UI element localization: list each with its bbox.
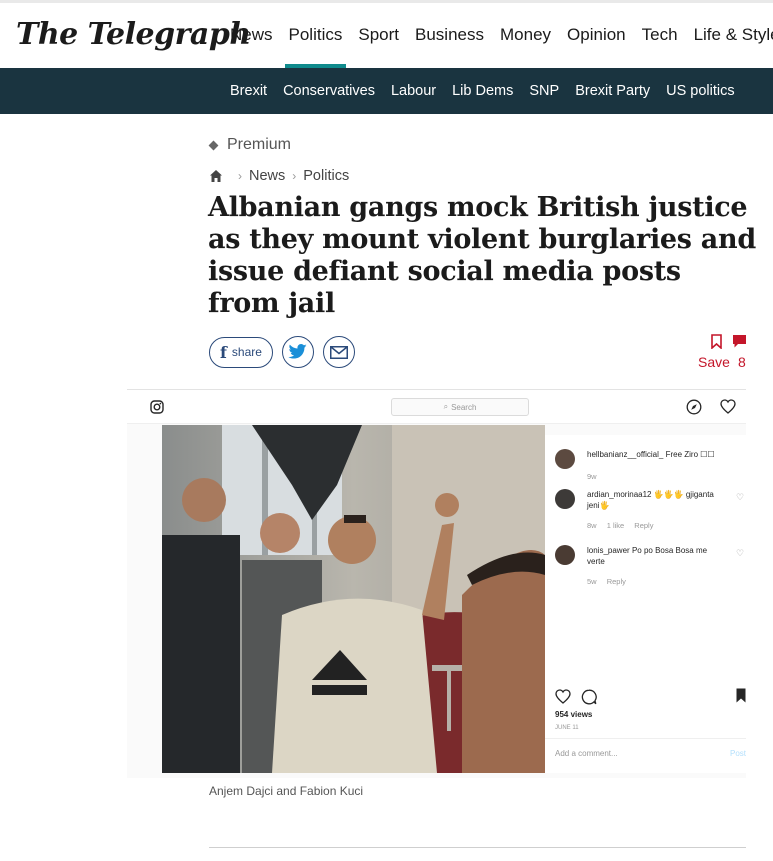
avatar[interactable]	[555, 449, 575, 469]
breadcrumb-politics[interactable]: Politics	[303, 168, 349, 184]
sub-nav-labour[interactable]: Labour	[383, 68, 444, 114]
nav-item-news[interactable]: News	[222, 3, 281, 68]
add-comment-input[interactable]: Add a comment...	[555, 749, 618, 758]
comment-text: ardian_morinaa12 🖐🖐🖐 gjiganta jeni🖐	[587, 489, 727, 511]
view-count: 954 views	[555, 710, 593, 719]
comment-reply[interactable]: Reply	[607, 577, 626, 586]
save-button[interactable]: Save	[698, 354, 730, 370]
bookmark-icon[interactable]	[711, 334, 722, 349]
site-logo[interactable]: The Telegraph	[16, 17, 251, 52]
premium-text: Premium	[227, 136, 292, 153]
sub-nav: Brexit Conservatives Labour Lib Dems SNP…	[0, 68, 773, 114]
bookmark-save-icon[interactable]	[736, 688, 746, 703]
sub-nav-brexit-party[interactable]: Brexit Party	[567, 68, 658, 114]
nav-item-money[interactable]: Money	[492, 3, 559, 68]
nav-item-business[interactable]: Business	[407, 3, 492, 68]
heart-icon[interactable]	[720, 399, 736, 414]
sub-nav-brexit[interactable]: Brexit	[222, 68, 275, 114]
comment-time: 5w	[587, 577, 597, 586]
sub-nav-us-politics[interactable]: US politics	[658, 68, 743, 114]
instagram-icon[interactable]	[150, 400, 164, 414]
share-row: f share	[209, 336, 364, 368]
comment-reply[interactable]: Reply	[634, 521, 653, 530]
home-icon[interactable]	[209, 169, 223, 183]
facebook-icon: f	[220, 342, 227, 362]
breadcrumb-news[interactable]: News	[249, 168, 285, 184]
nav-item-sport[interactable]: Sport	[350, 3, 407, 68]
instagram-topbar: ⌕ Search	[127, 390, 746, 424]
page: The Telegraph News Politics Sport Busine…	[0, 0, 773, 861]
nav-item-opinion[interactable]: Opinion	[559, 3, 634, 68]
email-share-button[interactable]	[323, 336, 355, 368]
article-headline: Albanian gangs mock British justice as t…	[208, 192, 756, 319]
sub-nav-lib-dems[interactable]: Lib Dems	[444, 68, 521, 114]
share-label: share	[231, 345, 262, 359]
sub-nav-items: Brexit Conservatives Labour Lib Dems SNP…	[222, 68, 743, 114]
video-still-image	[162, 425, 545, 773]
comment-user[interactable]: ardian_morinaa12	[587, 490, 652, 499]
premium-diamond-icon	[208, 140, 219, 150]
comment-bubble-icon[interactable]	[581, 689, 597, 705]
comment-meta: 9w	[587, 472, 605, 481]
like-heart-icon[interactable]	[555, 689, 571, 704]
search-icon: ⌕	[443, 402, 449, 411]
image-caption: Anjem Dajci and Fabion Kuci	[209, 784, 364, 798]
instagram-video-frame[interactable]	[162, 425, 545, 773]
search-placeholder: Search	[451, 402, 477, 412]
sub-nav-snp[interactable]: SNP	[521, 68, 567, 114]
avatar[interactable]	[555, 545, 575, 565]
nav-item-tech[interactable]: Tech	[634, 3, 686, 68]
nav-item-politics[interactable]: Politics	[281, 3, 351, 68]
comment-time: 9w	[587, 472, 597, 481]
comment-icon[interactable]	[732, 334, 747, 349]
sub-nav-conservatives[interactable]: Conservatives	[275, 68, 383, 114]
email-icon	[330, 345, 348, 359]
post-comment-button[interactable]: Post	[730, 749, 746, 758]
breadcrumb: › News › Politics	[209, 168, 349, 184]
breadcrumb-separator: ›	[292, 169, 297, 183]
save-comment-area: Save 8	[698, 334, 750, 374]
comment-like-icon[interactable]: ♡	[736, 548, 744, 559]
comment-text: lonis_pawer Po po Bosa Bosa me verte	[587, 545, 727, 567]
nav-item-life-style[interactable]: Life & Style	[686, 3, 773, 68]
compass-icon[interactable]	[686, 399, 702, 415]
comment-likes[interactable]: 1 like	[607, 521, 625, 530]
comment-count[interactable]: 8	[738, 354, 746, 370]
comment-meta: 8w 1 like Reply	[587, 521, 661, 530]
avatar[interactable]	[555, 489, 575, 509]
instagram-search-input[interactable]: ⌕ Search	[391, 398, 529, 416]
instagram-comments-panel: hellbanianz__official_ Free Ziro ☐☐ 9w a…	[545, 435, 746, 773]
comment-like-icon[interactable]: ♡	[736, 492, 744, 503]
twitter-share-button[interactable]	[282, 336, 314, 368]
instagram-embed: ⌕ Search hellbanianz__official_ Free Zir…	[127, 389, 746, 778]
divider	[545, 738, 746, 739]
post-date: JUNE 11	[555, 725, 579, 731]
premium-label: Premium	[208, 136, 292, 154]
comment-text: hellbanianz__official_ Free Ziro ☐☐	[587, 449, 727, 460]
main-nav: News Politics Sport Business Money Opini…	[222, 3, 773, 68]
comment-user[interactable]: lonis_pawer	[587, 546, 630, 555]
comment-body: Free Ziro ☐☐	[665, 450, 715, 459]
divider	[209, 847, 746, 848]
facebook-share-button[interactable]: f share	[209, 336, 273, 368]
comment-user[interactable]: hellbanianz__official_	[587, 450, 663, 459]
instagram-actions	[555, 687, 746, 707]
twitter-icon	[288, 344, 307, 359]
comment-time: 8w	[587, 521, 597, 530]
comment-meta: 5w Reply	[587, 577, 634, 586]
masthead: The Telegraph News Politics Sport Busine…	[0, 3, 773, 68]
breadcrumb-separator: ›	[238, 169, 242, 183]
